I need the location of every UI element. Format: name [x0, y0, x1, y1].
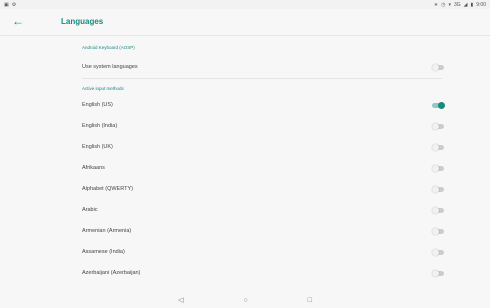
battery-icon: ▮	[470, 1, 474, 8]
settings-icon: ⚙	[11, 1, 17, 8]
home-nav-icon[interactable]: ○	[243, 297, 247, 304]
network-type: 3G	[453, 1, 461, 8]
row-afrikaans[interactable]: Afrikaans	[0, 158, 490, 178]
toggle-switch[interactable]	[432, 227, 444, 235]
wifi-icon: ▾	[448, 1, 451, 8]
row-english-us[interactable]: English (US)	[0, 95, 490, 115]
section-header-keyboard: Android Keyboard (AOSP)	[82, 45, 135, 50]
navigation-bar: ◁ ○ □	[0, 292, 490, 308]
page-title: Languages	[61, 17, 104, 26]
row-label: Use system languages	[82, 64, 138, 70]
row-assamese[interactable]: Assamese (India)	[0, 242, 490, 262]
row-armenian[interactable]: Armenian (Armenia)	[0, 221, 490, 241]
toggle-switch[interactable]	[432, 206, 444, 214]
status-time: 9:00	[476, 1, 486, 8]
row-label: English (UK)	[82, 144, 113, 150]
row-label: Azerbaijani (Azerbaijan)	[82, 270, 141, 276]
row-english-india[interactable]: English (India)	[0, 116, 490, 136]
row-use-system-languages[interactable]: Use system languages	[0, 57, 490, 77]
row-label: English (India)	[82, 123, 118, 129]
row-arabic[interactable]: Arabic	[0, 200, 490, 220]
row-azerbaijani[interactable]: Azerbaijani (Azerbaijan)	[0, 263, 490, 283]
signal-icon: ◢	[463, 1, 468, 8]
toggle-switch[interactable]	[432, 122, 444, 130]
row-label: Afrikaans	[82, 165, 105, 171]
toggle-switch[interactable]	[432, 269, 444, 277]
row-english-uk[interactable]: English (UK)	[0, 137, 490, 157]
status-bar: ▣ ⚙ ∗ ◷ ▾ 3G ◢ ▮ 9:00	[0, 0, 490, 9]
row-label: Armenian (Armenia)	[82, 228, 132, 234]
back-nav-icon[interactable]: ◁	[178, 296, 183, 304]
toggle-switch[interactable]	[432, 248, 444, 256]
alarm-icon: ◷	[441, 1, 446, 8]
bluetooth-icon: ∗	[433, 1, 439, 8]
toolbar: ← Languages	[0, 9, 490, 36]
row-label: Alphabet (QWERTY)	[82, 186, 133, 192]
divider	[82, 78, 442, 79]
image-icon: ▣	[4, 1, 9, 8]
recents-nav-icon[interactable]: □	[308, 297, 312, 304]
row-alphabet-qwerty[interactable]: Alphabet (QWERTY)	[0, 179, 490, 199]
row-label: English (US)	[82, 102, 113, 108]
toggle-switch[interactable]	[432, 63, 444, 71]
toggle-switch[interactable]	[432, 143, 444, 151]
toggle-switch[interactable]	[432, 164, 444, 172]
toggle-switch[interactable]	[432, 185, 444, 193]
toggle-switch[interactable]	[432, 101, 445, 109]
section-header-active-input-methods: Active input methods	[82, 86, 124, 91]
back-arrow-icon[interactable]: ←	[11, 14, 25, 28]
row-label: Arabic	[82, 207, 98, 213]
row-label: Assamese (India)	[82, 249, 125, 255]
